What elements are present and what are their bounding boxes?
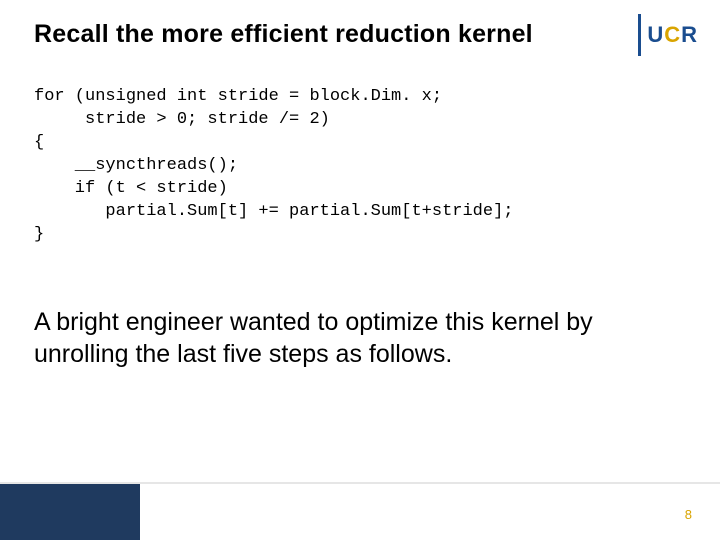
logo-letter-u: U <box>647 22 664 47</box>
code-line: stride > 0; stride /= 2) <box>34 110 330 129</box>
code-line: partial.Sum[t] += partial.Sum[t+stride]; <box>34 202 513 221</box>
slide-footer: 8 <box>0 484 720 540</box>
code-line: } <box>34 225 44 244</box>
slide: Recall the more efficient reduction kern… <box>0 0 720 540</box>
logo-text: UCR <box>647 22 698 48</box>
logo-letter-r: R <box>681 22 698 47</box>
code-line: if (t < stride) <box>34 179 228 198</box>
code-line: { <box>34 133 44 152</box>
code-line: for (unsigned int stride = block.Dim. x; <box>34 87 442 106</box>
footer-accent-block <box>0 484 140 540</box>
code-block: for (unsigned int stride = block.Dim. x;… <box>34 86 513 247</box>
code-line: __syncthreads(); <box>34 156 238 175</box>
logo-letter-c: C <box>664 22 681 47</box>
page-number: 8 <box>685 507 692 522</box>
ucr-logo: UCR <box>638 14 698 56</box>
body-paragraph: A bright engineer wanted to optimize thi… <box>34 306 686 370</box>
logo-divider <box>638 14 641 56</box>
slide-title: Recall the more efficient reduction kern… <box>34 20 533 49</box>
